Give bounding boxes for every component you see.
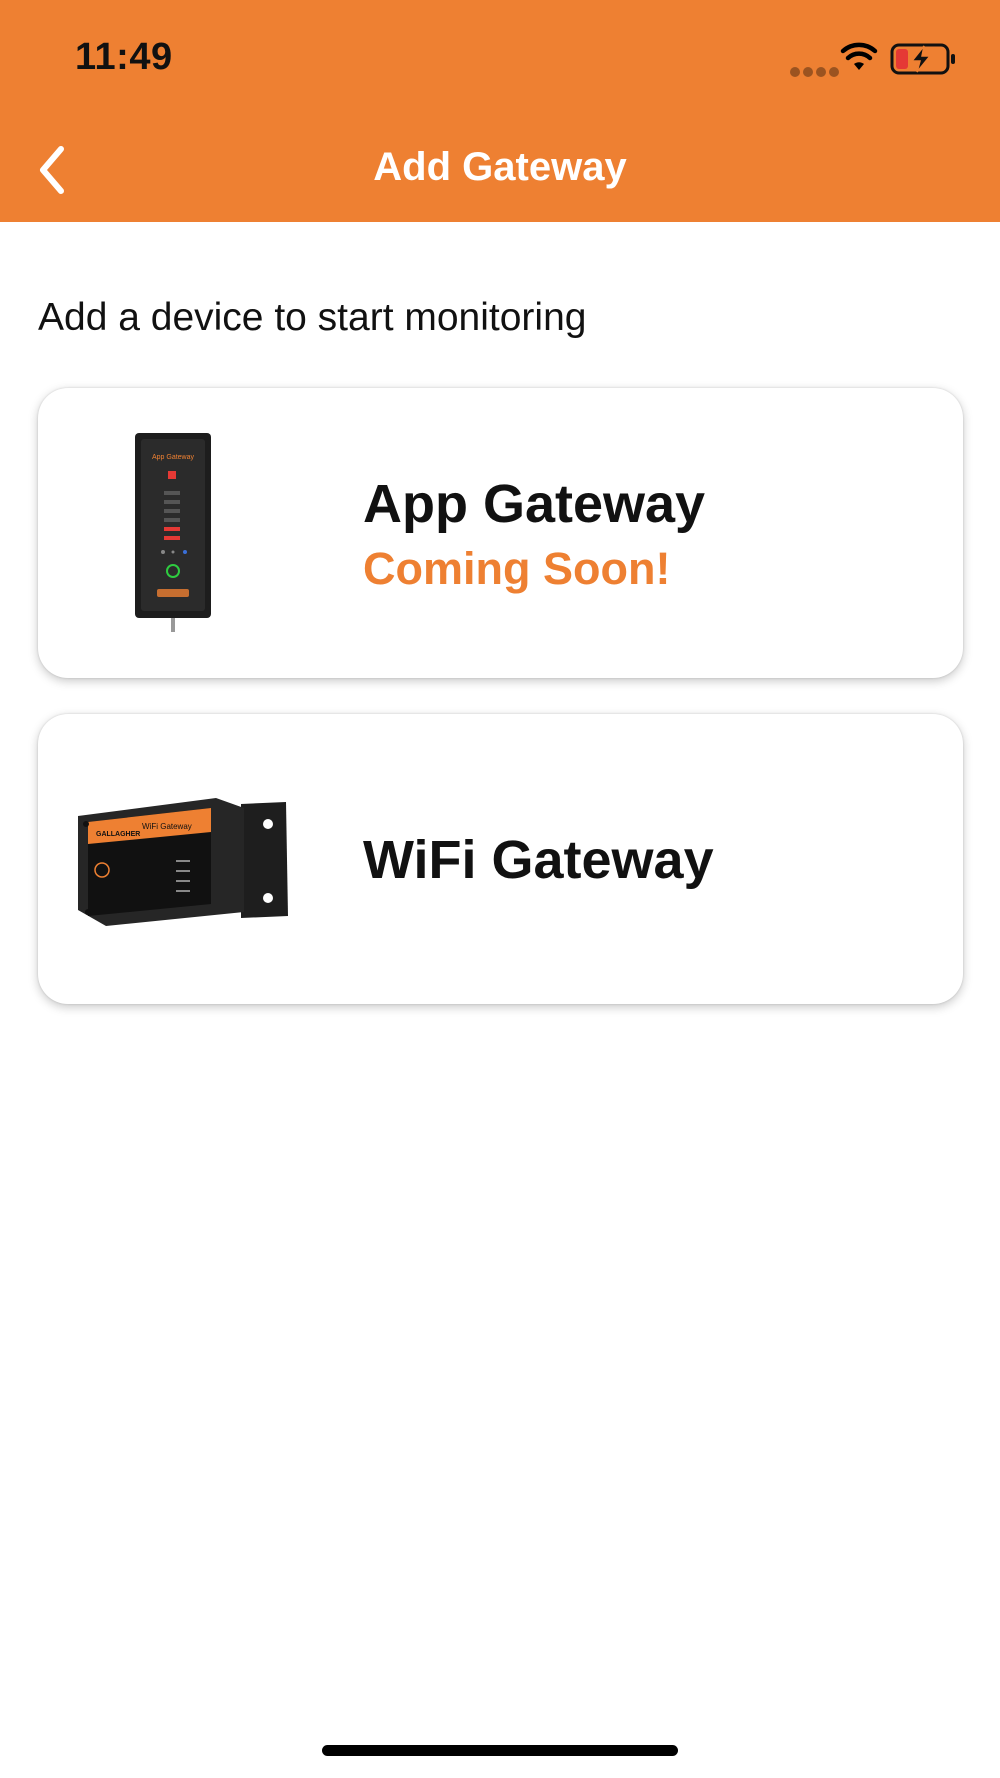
- wifi-icon: [840, 42, 878, 70]
- home-indicator: [322, 1745, 678, 1756]
- wifi-gateway-title: WiFi Gateway: [363, 830, 714, 890]
- wifi-gateway-device-label: WiFi Gateway: [142, 822, 192, 831]
- app-gateway-device-image: App Gateway: [135, 433, 211, 632]
- coming-soon-label: Coming Soon!: [363, 543, 671, 594]
- app-gateway-card[interactable]: App Gateway App Gateway Coming Soon!: [38, 388, 963, 678]
- page-subtitle: Add a device to start monitoring: [38, 296, 587, 339]
- wifi-gateway-device-image: GALLAGHER WiFi Gateway: [78, 798, 288, 926]
- app-gateway-title: App Gateway: [363, 474, 706, 534]
- wifi-gateway-card[interactable]: GALLAGHER WiFi Gateway WiFi Gateway: [38, 714, 963, 1004]
- signal-dots-icon: [790, 64, 842, 82]
- wifi-gateway-brand: GALLAGHER: [96, 831, 140, 838]
- status-time: 11:49: [75, 36, 173, 78]
- page-title: Add Gateway: [373, 145, 627, 189]
- battery-charging-icon: [890, 43, 955, 75]
- app-header: 11:49 Add Gateway: [0, 0, 1000, 222]
- app-gateway-device-label: App Gateway: [152, 454, 195, 461]
